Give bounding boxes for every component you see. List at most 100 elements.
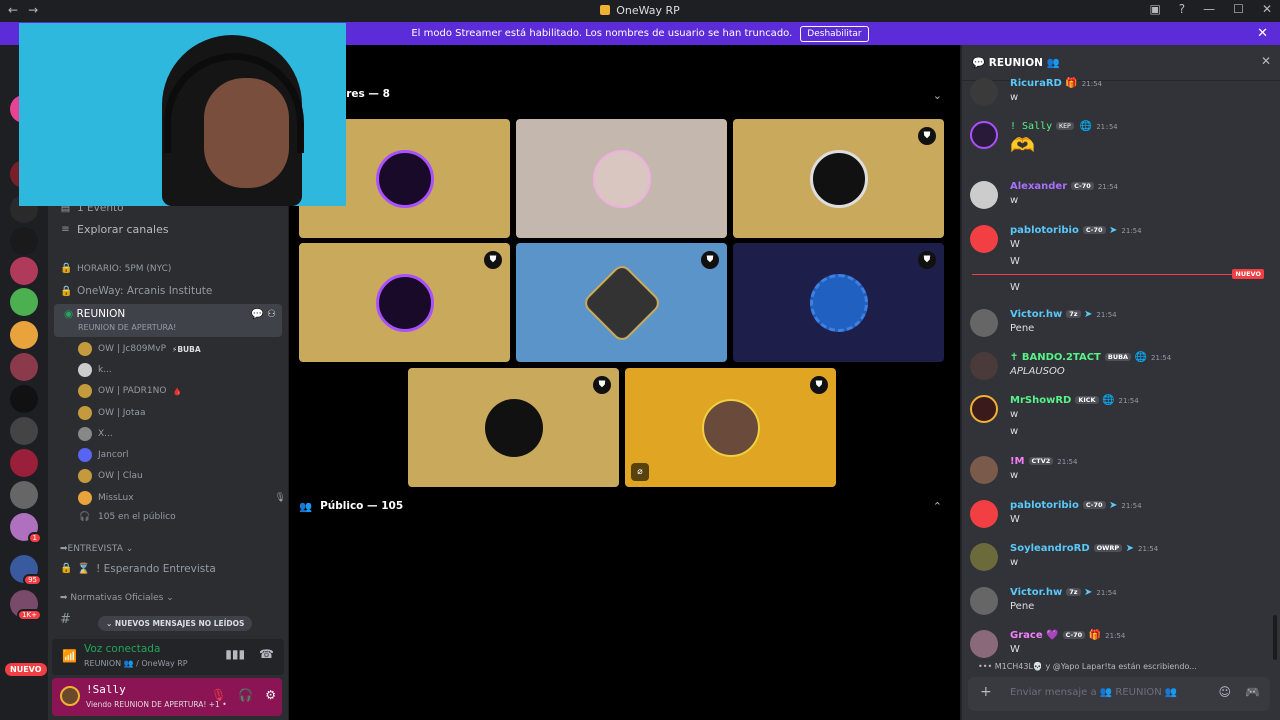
- chat-scrollbar[interactable]: [1273, 615, 1277, 660]
- server-icon[interactable]: 1K+: [10, 590, 42, 621]
- avatar[interactable]: [970, 587, 998, 615]
- new-servers-pill[interactable]: NUEVO: [5, 663, 47, 676]
- voice-user[interactable]: MissLux 🎙: [78, 491, 286, 505]
- channel-action-icons[interactable]: 💬 ⚇: [251, 309, 276, 320]
- minimize-icon[interactable]: —: [1203, 2, 1215, 16]
- explore-channels-link[interactable]: ≡ Explorar canales: [60, 223, 168, 236]
- speaker-tile[interactable]: ⛊ ⌀: [625, 368, 836, 487]
- avatar[interactable]: [970, 543, 998, 571]
- voice-state[interactable]: Voz conectada: [84, 643, 160, 655]
- message-text: W: [1010, 514, 1020, 525]
- active-channel-label: REUNION: [76, 308, 126, 320]
- speaker-tile[interactable]: ⛊: [516, 243, 727, 362]
- server-icon[interactable]: [10, 353, 38, 381]
- close-banner-icon[interactable]: ✕: [1257, 26, 1268, 41]
- add-attachment-icon[interactable]: +: [980, 684, 992, 700]
- speaker-tile[interactable]: ⛊: [299, 243, 510, 362]
- avatar[interactable]: [970, 352, 998, 380]
- gamepad-icon[interactable]: 🎮: [1245, 685, 1260, 699]
- avatar[interactable]: [60, 686, 80, 706]
- channel-horario[interactable]: 🔒 HORARIO: 5PM (NYC): [60, 263, 171, 274]
- mute-mic-icon[interactable]: 🎙: [211, 688, 226, 702]
- voice-user-name: X...: [98, 429, 113, 439]
- message-author[interactable]: !M CTV2 21:54: [1010, 456, 1077, 467]
- category-normativas[interactable]: ➡ Normativas Oficiales ⌄: [60, 593, 174, 603]
- avatar[interactable]: [970, 500, 998, 528]
- server-icon[interactable]: 1: [10, 513, 42, 544]
- server-icon[interactable]: [10, 257, 38, 285]
- speaker-tile[interactable]: ⛊: [408, 368, 619, 487]
- message-author[interactable]: pablotoribio C-70 ➤ 21:54: [1010, 225, 1142, 236]
- voice-user[interactable]: OW | PADR1NO 🩸: [78, 384, 182, 398]
- message-author[interactable]: MrShowRD KICK 🌐 21:54: [1010, 395, 1139, 406]
- avatar: [78, 384, 92, 398]
- avatar[interactable]: [970, 395, 998, 423]
- author-name: SoyleandroRD: [1010, 543, 1090, 554]
- help-icon[interactable]: ?: [1179, 2, 1185, 16]
- message-author[interactable]: SoyleandroRD OWRP ➤ 21:54: [1010, 543, 1158, 554]
- message-author[interactable]: ! Sally KEP 🌐 21:54: [1010, 121, 1117, 132]
- voice-user-name: OW | Jc809MvP: [98, 344, 167, 354]
- server-icon[interactable]: [10, 227, 38, 255]
- inbox-icon[interactable]: ▣: [1149, 2, 1160, 16]
- voice-user[interactable]: X...: [78, 427, 113, 441]
- message-time: 21:54: [1097, 183, 1118, 191]
- message-author[interactable]: Alexander C-70 21:54: [1010, 181, 1118, 192]
- server-icon[interactable]: [10, 481, 38, 509]
- headphones-icon[interactable]: 🎧: [238, 688, 253, 702]
- message-author[interactable]: Grace 💜 C-70 🎁 21:54: [1010, 630, 1125, 641]
- close-chat-icon[interactable]: ✕: [1261, 54, 1271, 68]
- close-window-icon[interactable]: ✕: [1262, 2, 1272, 16]
- avatar[interactable]: [970, 630, 998, 658]
- avatar[interactable]: [970, 181, 998, 209]
- server-icon[interactable]: [10, 288, 38, 316]
- public-section-header[interactable]: 👥 Público — 105: [299, 500, 403, 513]
- category-entrevista[interactable]: ➡ENTREVISTA ⌄: [60, 544, 133, 554]
- gear-icon[interactable]: ⚙: [265, 688, 276, 702]
- voice-user[interactable]: k...: [78, 363, 112, 377]
- message-input[interactable]: Enviar mensaje a 👥 REUNION 👥: [1010, 687, 1177, 698]
- username[interactable]: !Sally: [86, 683, 126, 696]
- speaker-tile[interactable]: [516, 119, 727, 238]
- active-voice-channel[interactable]: ◉ REUNION REUNION DE APERTURA! 💬 ⚇: [54, 304, 282, 337]
- audience-count[interactable]: 🎧 105 en el público: [78, 512, 175, 522]
- chat-title: 💬 REUNION 👥: [972, 56, 1060, 69]
- voice-user[interactable]: OW | Clau: [78, 469, 143, 483]
- emoji-icon[interactable]: ☺: [1219, 685, 1232, 699]
- message-author[interactable]: RicuraRD 🎁 21:54: [1010, 78, 1102, 89]
- speaker-tile[interactable]: ⛊: [733, 119, 944, 238]
- message-author[interactable]: ✝ BANDO.2TACT BUBA 🌐 21:54: [1010, 352, 1171, 363]
- author-name: Victor.hw: [1010, 587, 1063, 598]
- voice-user[interactable]: OW | Jotaa: [78, 406, 145, 420]
- shield-icon: ⛊: [918, 127, 936, 145]
- server-icon[interactable]: [10, 385, 38, 413]
- avatar[interactable]: [970, 309, 998, 337]
- unread-messages-pill[interactable]: ⌄ NUEVOS MENSAJES NO LEÍDOS: [98, 616, 253, 631]
- server-icon[interactable]: [10, 417, 38, 445]
- server-icon[interactable]: 95: [10, 555, 42, 586]
- server-icon[interactable]: [10, 321, 38, 349]
- message-author[interactable]: Victor.hw 7z ➤ 21:54: [1010, 309, 1117, 320]
- channel-esperando[interactable]: 🔒 ⌛ ! Esperando Entrevista: [60, 562, 216, 576]
- message-author[interactable]: pablotoribio C-70 ➤ 21:54: [1010, 500, 1142, 511]
- soundboard-icon[interactable]: ▮▮▮: [225, 647, 245, 661]
- speaker-tile[interactable]: ⛊: [733, 243, 944, 362]
- avatar[interactable]: [970, 121, 998, 149]
- voice-chat-panel: 💬 REUNION 👥 ✕ RicuraRD 🎁 21:54 w ! Sally K…: [961, 45, 1280, 720]
- maximize-icon[interactable]: ☐: [1233, 2, 1244, 16]
- chevron-down-icon[interactable]: ⌄: [933, 89, 942, 102]
- channel-esperando-label: ! Esperando Entrevista: [96, 562, 216, 575]
- channel-hash[interactable]: #: [60, 612, 71, 627]
- avatar[interactable]: [970, 78, 998, 106]
- channel-institute[interactable]: 🔒 OneWay: Arcanis Institute: [60, 285, 212, 297]
- voice-user[interactable]: OW | Jc809MvP ⚡BUBA: [78, 342, 201, 356]
- avatar[interactable]: [970, 225, 998, 253]
- disconnect-icon[interactable]: ☎: [259, 647, 274, 661]
- user-tag: KICK: [1075, 396, 1099, 404]
- message-author[interactable]: Victor.hw 7z ➤ 21:54: [1010, 587, 1117, 598]
- chevron-up-icon[interactable]: ⌃: [933, 500, 942, 513]
- disable-streamer-button[interactable]: Deshabilitar: [800, 25, 869, 42]
- voice-user[interactable]: Jancorl: [78, 448, 129, 462]
- avatar[interactable]: [970, 456, 998, 484]
- server-icon[interactable]: [10, 449, 38, 477]
